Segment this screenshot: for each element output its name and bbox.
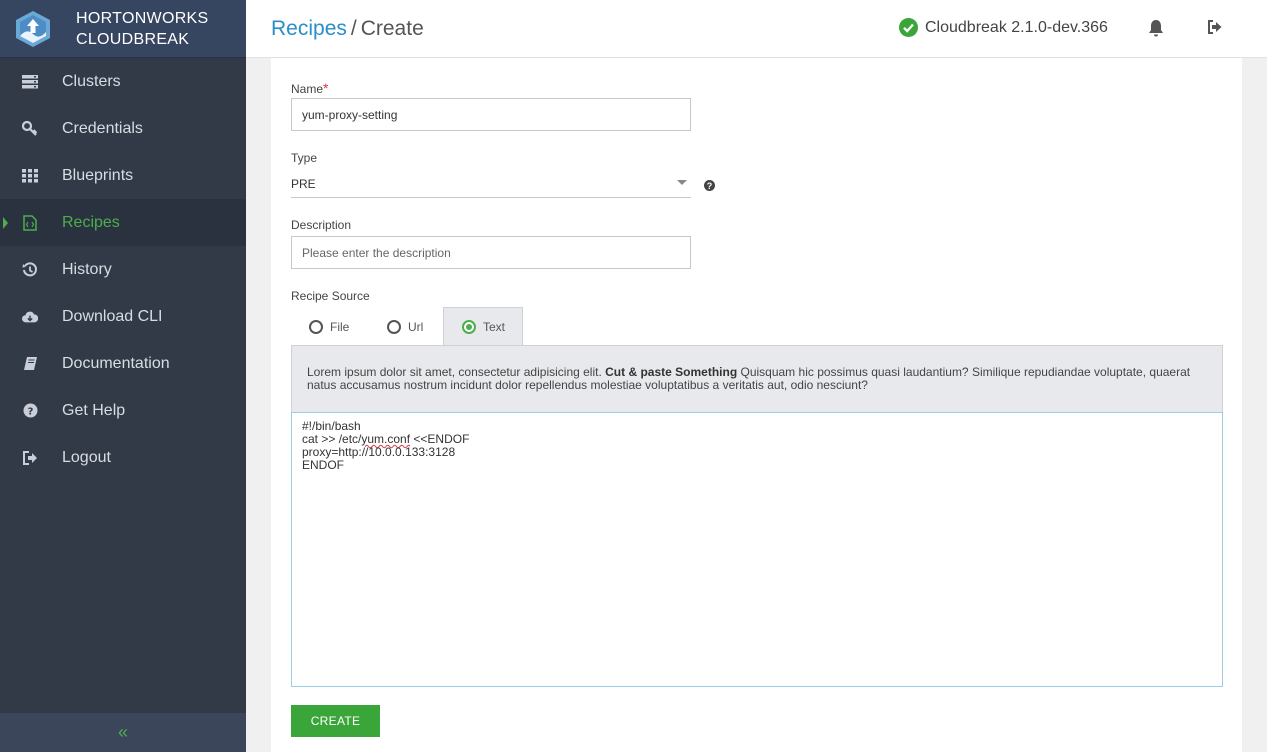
sidebar-item-recipes[interactable]: Recipes (0, 199, 246, 246)
cloud-download-icon (22, 309, 38, 325)
sidebar-item-blueprints[interactable]: Blueprints (0, 152, 246, 199)
info-text: Lorem ipsum dolor sit amet, consectetur … (307, 365, 606, 379)
sidebar-item-download-cli[interactable]: Download CLI (0, 293, 246, 340)
recipe-source-label: Recipe Source (291, 289, 370, 303)
chevron-double-left-icon: « (117, 722, 128, 742)
sidebar: HORTONWORKS CLOUDBREAK Clusters Credenti… (0, 0, 246, 752)
sidebar-nav: Clusters Credentials Blueprints Recipes … (0, 58, 246, 481)
source-option-text[interactable]: Text (443, 307, 523, 346)
svg-text:?: ? (27, 407, 33, 418)
sidebar-item-documentation[interactable]: Documentation (0, 340, 246, 387)
name-field[interactable]: yum-proxy-setting (291, 98, 691, 131)
cloudbreak-logo-icon (16, 10, 50, 47)
sidebar-item-label: Documentation (62, 354, 170, 372)
sidebar-item-label: Download CLI (62, 307, 163, 325)
source-option-label: Url (408, 319, 424, 334)
file-code-icon (22, 214, 38, 231)
radio-text[interactable] (462, 320, 476, 334)
brand[interactable]: HORTONWORKS CLOUDBREAK (0, 0, 246, 58)
type-select-value: PRE (291, 176, 316, 191)
code-segment: cat >> /etc/ (302, 432, 362, 446)
version-text: Cloudbreak 2.1.0-dev.366 (925, 18, 1108, 36)
name-label: Name* (291, 80, 328, 96)
sidebar-collapse-button[interactable]: « (0, 713, 246, 752)
sidebar-item-get-help[interactable]: ? Get Help (0, 387, 246, 434)
sidebar-item-clusters[interactable]: Clusters (0, 58, 246, 105)
help-question-icon[interactable]: ? (704, 180, 715, 191)
sidebar-item-logout[interactable]: Logout (0, 434, 246, 481)
breadcrumb-recipes-link[interactable]: Recipes (271, 17, 347, 40)
code-segment-misspelled: yum.conf (361, 432, 411, 446)
brand-line2: CLOUDBREAK (76, 30, 190, 48)
radio-url[interactable] (387, 319, 401, 334)
sidebar-item-label: Recipes (62, 213, 120, 231)
sidebar-item-label: Credentials (62, 119, 143, 137)
sidebar-item-label: Clusters (62, 72, 121, 90)
top-header: Recipes / Create Cloudbreak 2.1.0-dev.366 (246, 0, 1267, 58)
recipe-source-info: Lorem ipsum dolor sit amet, consectetur … (291, 345, 1223, 413)
description-label: Description (291, 218, 352, 232)
info-text-bold: Cut & paste Something (605, 365, 738, 379)
source-option-url[interactable]: Url (369, 307, 443, 346)
type-select[interactable]: PRE (291, 170, 691, 198)
radio-file[interactable] (309, 319, 323, 334)
check-circle-icon (899, 18, 918, 37)
required-marker: * (323, 80, 329, 96)
sidebar-item-credentials[interactable]: Credentials (0, 105, 246, 152)
chevron-down-icon (677, 180, 687, 185)
sidebar-item-history[interactable]: History (0, 246, 246, 293)
code-line: proxy=http://10.0.0.133:3128 (302, 445, 456, 459)
code-line: ENDOF (302, 458, 344, 472)
description-field[interactable]: Please enter the description (291, 236, 691, 269)
history-icon (22, 261, 38, 278)
sign-out-icon[interactable] (1207, 19, 1223, 35)
source-option-label: File (330, 319, 350, 334)
source-option-label: Text (483, 320, 506, 334)
bell-icon[interactable] (1148, 19, 1164, 37)
sidebar-item-label: Logout (62, 448, 111, 466)
source-option-file[interactable]: File (291, 307, 369, 346)
key-icon (22, 120, 38, 137)
brand-line1: HORTONWORKS (76, 9, 209, 27)
recipe-form-card: Name* yum-proxy-setting Type PRE ? Descr… (271, 58, 1242, 752)
breadcrumb-separator: / (350, 17, 357, 40)
recipe-source-tabs: File Url Text (291, 307, 523, 346)
create-button[interactable]: CREATE (291, 705, 380, 737)
sign-out-icon (22, 450, 38, 466)
question-circle-icon: ? (22, 403, 38, 419)
book-icon (22, 356, 38, 372)
type-label: Type (291, 151, 318, 165)
version-status: Cloudbreak 2.1.0-dev.366 (899, 18, 1108, 37)
sidebar-item-label: Blueprints (62, 166, 134, 184)
brand-name: HORTONWORKS CLOUDBREAK (76, 8, 209, 50)
sidebar-item-label: History (62, 260, 112, 278)
name-label-text: Name (291, 82, 324, 96)
code-segment: <<ENDOF (410, 432, 470, 446)
server-icon (22, 74, 38, 90)
grid-icon (22, 168, 38, 184)
breadcrumb: Recipes / Create (271, 17, 424, 41)
recipe-script-textarea[interactable]: #!/bin/bash cat >> /etc/yum.conf <<ENDOF p… (291, 412, 1223, 687)
sidebar-item-label: Get Help (62, 401, 126, 419)
breadcrumb-current: Create (360, 17, 424, 40)
